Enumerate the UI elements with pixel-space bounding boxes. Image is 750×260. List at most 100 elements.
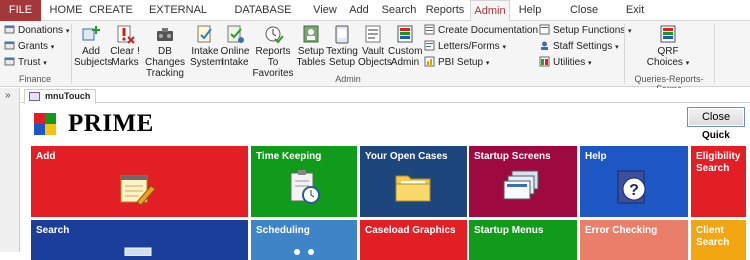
tab-admin[interactable]: Admin xyxy=(470,0,510,22)
add-subjects-label-2: Subjects xyxy=(74,57,113,68)
group-divider xyxy=(714,24,715,84)
document-tab-mnutouch[interactable]: mnuTouch xyxy=(24,89,96,104)
qrf-choices-label-1: QRF xyxy=(657,46,679,57)
tile-caseload-graphics-label: Caseload Graphics xyxy=(365,225,456,236)
tile-scheduling-label: Scheduling xyxy=(256,225,310,236)
tab-close-preview[interactable]: Close Preview xyxy=(551,0,617,37)
create-documentation-menu[interactable]: Create Documentation ▾ xyxy=(424,24,544,38)
vault-objects-label-1: Vault xyxy=(361,46,385,57)
setup-functions-icon xyxy=(539,24,550,35)
setup-tables-icon xyxy=(300,23,322,45)
setup-tables-button[interactable]: Setup Tables xyxy=(296,23,326,68)
clear-marks-button[interactable]: Clear ! Marks xyxy=(110,23,140,68)
create-documentation-label: Create Documentation xyxy=(438,25,539,36)
tile-caseload-graphics[interactable]: Caseload Graphics xyxy=(360,220,467,260)
letters-forms-menu[interactable]: Letters/Forms ▾ xyxy=(424,40,506,54)
tab-reports[interactable]: Reports xyxy=(424,0,466,21)
tile-error-checking-label: Error Checking xyxy=(585,225,658,236)
reports-to-favorites-button[interactable]: Reports To Favorites xyxy=(250,23,296,79)
tile-error-checking[interactable]: Error Checking xyxy=(580,220,688,260)
texting-setup-button[interactable]: Texting Setup xyxy=(326,23,358,68)
tab-home[interactable]: HOME xyxy=(47,0,85,21)
texting-setup-icon xyxy=(331,23,353,45)
custom-admin-icon xyxy=(394,23,416,45)
online-intake-button[interactable]: Online Intake xyxy=(220,23,250,68)
qrf-choices-button[interactable]: QRF Choices ▾ xyxy=(640,23,696,69)
tile-open-cases-label: Your Open Cases xyxy=(365,151,448,162)
tile-startup-menus-label: Startup Menus xyxy=(474,225,544,236)
tab-exit[interactable]: Exit xyxy=(622,0,648,21)
close-button[interactable]: Close xyxy=(687,107,745,127)
custom-admin-button[interactable]: Custom Admin xyxy=(388,23,422,68)
tab-database-tools[interactable]: DATABASE TOOLS xyxy=(222,0,304,37)
db-tracking-icon xyxy=(154,23,176,45)
pbi-setup-menu[interactable]: PBI Setup ▾ xyxy=(424,56,489,70)
letters-forms-label: Letters/Forms xyxy=(438,41,500,52)
reports-favorites-label-1: Reports To xyxy=(255,46,291,68)
tile-startup-screens[interactable]: Startup Screens xyxy=(469,146,577,217)
tile-client-search[interactable]: Client Search xyxy=(691,220,746,260)
staff-settings-menu[interactable]: Staff Settings ▾ xyxy=(539,40,619,54)
grants-menu[interactable]: Grants ▾ xyxy=(4,40,54,54)
document-tab-label: mnuTouch xyxy=(45,91,91,101)
online-intake-label-1: Online xyxy=(220,46,250,57)
tab-search[interactable]: Search xyxy=(380,0,418,21)
tile-your-open-cases[interactable]: Your Open Cases xyxy=(360,146,467,217)
chevron-down-icon: ▾ xyxy=(43,60,47,67)
vault-objects-button[interactable]: Vault Objects xyxy=(358,23,392,68)
help-book-icon: ? xyxy=(617,170,646,204)
calendar-icon xyxy=(294,249,314,255)
tile-eligibility-search[interactable]: Eligibility Search xyxy=(691,146,746,217)
qrf-choices-icon xyxy=(657,23,679,45)
utilities-icon xyxy=(539,56,550,67)
trust-menu[interactable]: Trust ▾ xyxy=(4,56,47,70)
app-title: PRIME xyxy=(68,110,154,137)
intake-system-button[interactable]: Intake System xyxy=(190,23,224,68)
touch-menu-form: PRIME Close Quick Add Time Keeping Your … xyxy=(24,104,750,260)
donations-icon xyxy=(4,24,15,35)
db-changes-tracking-button[interactable]: DB Changes Tracking xyxy=(140,23,190,79)
clipboard-clock-icon xyxy=(290,170,320,204)
chevron-down-icon: ▾ xyxy=(615,44,619,51)
tab-create[interactable]: CREATE xyxy=(89,0,133,21)
intake-system-label-1: Intake xyxy=(191,46,219,57)
tile-add[interactable]: Add xyxy=(31,146,248,217)
staff-settings-label: Staff Settings xyxy=(553,41,613,52)
donations-menu[interactable]: Donations ▾ xyxy=(4,24,69,38)
tile-time-keeping[interactable]: Time Keeping xyxy=(251,146,357,217)
intake-system-icon xyxy=(194,23,216,45)
setup-functions-menu[interactable]: Setup Functions ▾ xyxy=(539,24,632,38)
tab-view[interactable]: View xyxy=(310,0,340,21)
ribbon-tab-strip: FILE HOME CREATE EXTERNAL DATA DATABASE … xyxy=(0,0,750,37)
tile-startup-menus[interactable]: Startup Menus xyxy=(469,220,577,260)
clear-marks-icon xyxy=(114,23,136,45)
online-intake-icon xyxy=(224,23,246,45)
utilities-menu[interactable]: Utilities ▾ xyxy=(539,56,592,70)
tile-search[interactable]: Search xyxy=(31,220,248,260)
expand-chevron-icon[interactable]: » xyxy=(5,90,11,101)
pbi-setup-label: PBI Setup xyxy=(438,57,484,68)
setup-functions-label: Setup Functions xyxy=(553,25,626,36)
tile-help-label: Help xyxy=(585,151,607,162)
chevron-down-icon: ▾ xyxy=(50,44,55,51)
online-intake-label-2: Intake xyxy=(221,57,249,68)
setup-tables-label-2: Tables xyxy=(296,57,326,68)
tab-help[interactable]: Help xyxy=(515,0,545,21)
prime-logo-icon xyxy=(34,113,56,135)
add-subjects-button[interactable]: Add Subjects xyxy=(74,23,112,68)
intake-system-label-2: System xyxy=(190,57,224,68)
navigation-pane-collapsed[interactable]: » xyxy=(0,88,20,252)
chevron-down-icon: ▾ xyxy=(588,60,592,67)
tile-help[interactable]: Help ? xyxy=(580,146,688,217)
grants-label: Grants xyxy=(18,41,49,52)
grants-icon xyxy=(4,40,15,51)
tile-scheduling[interactable]: Scheduling xyxy=(251,220,357,260)
folder-icon xyxy=(395,175,431,202)
form-icon xyxy=(29,92,40,101)
tab-external-data[interactable]: EXTERNAL DATA xyxy=(139,0,217,37)
add-subjects-icon xyxy=(80,23,102,45)
tile-startup-screens-label: Startup Screens xyxy=(474,151,551,162)
tab-add[interactable]: Add xyxy=(345,0,373,21)
document-tab-bar: mnuTouch xyxy=(21,88,750,104)
tab-file[interactable]: FILE xyxy=(0,0,41,21)
